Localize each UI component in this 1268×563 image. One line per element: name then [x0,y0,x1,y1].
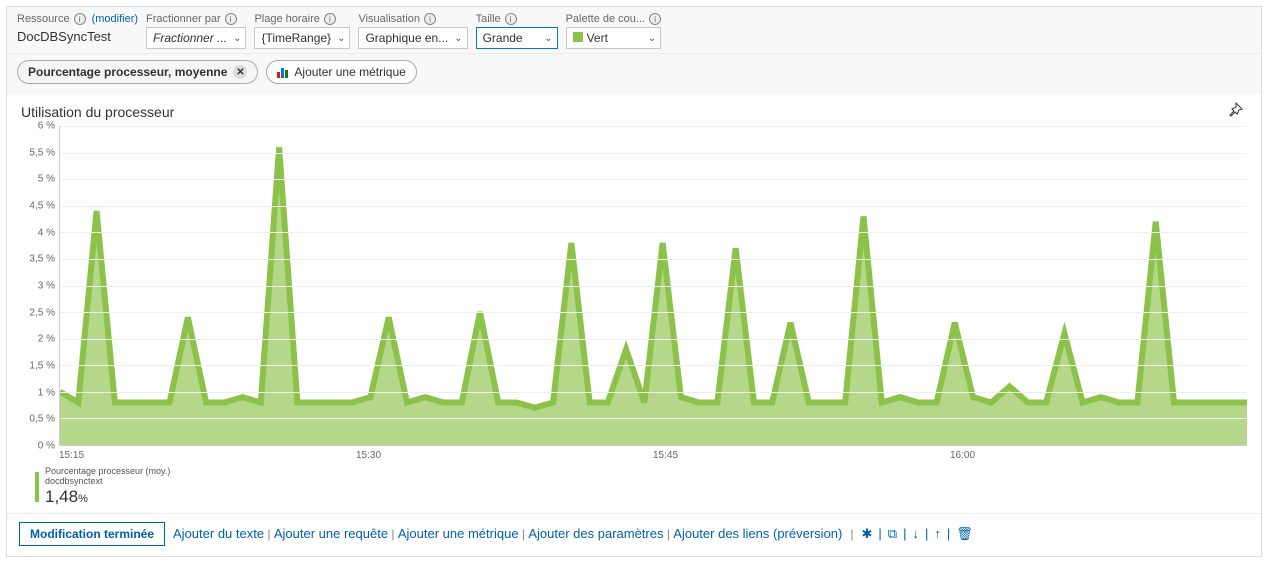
pin-icon[interactable] [1227,102,1243,118]
metric-pill[interactable]: Pourcentage processeur, moyenne ✕ [17,60,258,84]
chevron-down-icon: ⌄ [233,33,241,44]
info-icon: i [505,13,517,25]
metric-pill-label: Pourcentage processeur, moyenne [28,65,227,79]
size-group: Taille i Grande⌄ [476,13,558,49]
legend-color-bar [35,472,39,502]
size-select[interactable]: Grande⌄ [476,27,558,49]
footer-link[interactable]: Ajouter une métrique [398,526,519,541]
plot[interactable] [59,126,1247,446]
footer-links: Ajouter du texte | Ajouter une requête |… [173,526,842,541]
footer: Modification terminée Ajouter du texte |… [7,513,1261,556]
copy-icon[interactable]: ⧉ [888,526,897,542]
visualization-select[interactable]: Graphique en...⌄ [358,27,467,49]
y-axis-labels: 0 %0,5 %1 %1,5 %2 %2,5 %3 %3,5 %4 %4,5 %… [21,126,59,446]
info-icon: i [324,13,336,25]
footer-link[interactable]: Ajouter une requête [274,526,388,541]
splitby-select[interactable]: Fractionner ...⌄ [146,27,246,49]
info-icon: i [649,13,661,25]
visualization-label: Visualisation [358,13,420,25]
legend: Pourcentage processeur (moy.) docdbsynct… [35,467,1247,507]
chart-title: Utilisation du processeur [21,104,1247,120]
x-axis-labels: 15:1515:3015:4516:00 [59,446,1247,461]
remove-metric-icon[interactable]: ✕ [233,65,247,79]
chart-area: Utilisation du processeur 0 %0,5 %1 %1,5… [7,94,1261,513]
footer-link[interactable]: Ajouter des liens (préversion) [673,526,842,541]
move-up-icon[interactable]: ↑ [934,526,941,541]
legend-value: 1,48% [45,487,170,507]
barchart-icon [277,66,288,78]
palette-label: Palette de cou... [566,13,646,25]
add-metric-label: Ajouter une métrique [294,65,405,79]
splitby-group: Fractionner par i Fractionner ...⌄ [146,13,246,49]
settings-icon[interactable]: ✱ [861,526,872,542]
legend-resource-name: docdbsynctext [45,477,170,487]
palette-select[interactable]: Vert ⌄ [566,27,662,49]
plot-wrap: 0 %0,5 %1 %1,5 %2 %2,5 %3 %3,5 %4 %4,5 %… [21,126,1247,446]
metrics-panel: Ressource i (modifier) DocDBSyncTest Fra… [6,6,1262,557]
resource-name: DocDBSyncTest [17,27,138,44]
color-swatch [573,32,583,42]
timerange-label: Plage horaire [254,13,319,25]
metric-pills-row: Pourcentage processeur, moyenne ✕ Ajoute… [7,54,1261,94]
chevron-down-icon: ⌄ [337,33,345,44]
toolbar: Ressource i (modifier) DocDBSyncTest Fra… [7,7,1261,54]
footer-icons: ✱ | ⧉ | ↓ | ↑ | 🗑 [861,526,972,542]
footer-link[interactable]: Ajouter du texte [173,526,264,541]
chevron-down-icon: ⌄ [648,33,656,44]
delete-icon[interactable]: 🗑 [956,526,973,542]
chevron-down-icon: ⌄ [544,33,552,44]
modify-resource-link[interactable]: (modifier) [92,13,138,25]
timerange-select[interactable]: {TimeRange}⌄ [254,27,350,49]
info-icon: i [225,13,237,25]
size-label: Taille [476,13,501,25]
done-editing-button[interactable]: Modification terminée [19,522,165,546]
palette-group: Palette de cou... i Vert ⌄ [566,13,662,49]
resource-group: Ressource i (modifier) DocDBSyncTest [17,13,138,44]
timerange-group: Plage horaire i {TimeRange}⌄ [254,13,350,49]
move-down-icon[interactable]: ↓ [912,526,919,541]
info-icon: i [424,13,436,25]
splitby-label: Fractionner par [146,13,221,25]
footer-link[interactable]: Ajouter des paramètres [528,526,663,541]
visualization-group: Visualisation i Graphique en...⌄ [358,13,467,49]
resource-label: Ressource i [17,13,86,25]
legend-text: Pourcentage processeur (moy.) docdbsynct… [45,467,170,507]
chevron-down-icon: ⌄ [454,33,462,44]
add-metric-pill[interactable]: Ajouter une métrique [266,60,416,84]
info-icon: i [74,13,86,25]
